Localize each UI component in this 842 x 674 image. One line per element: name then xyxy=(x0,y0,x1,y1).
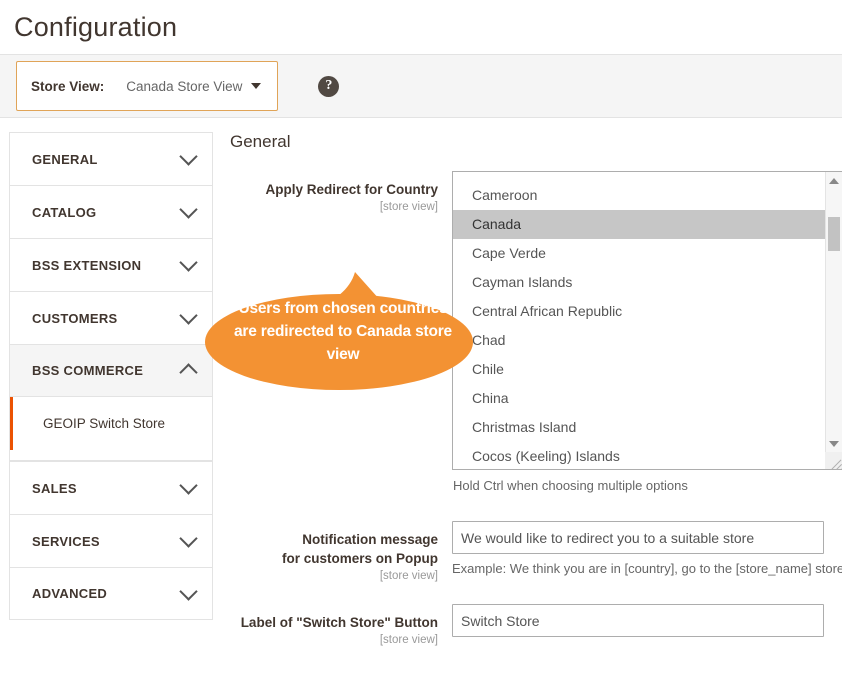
country-option[interactable]: Chile xyxy=(453,355,825,384)
question-mark-icon[interactable]: ? xyxy=(318,75,340,97)
chevron-down-icon xyxy=(179,200,198,219)
field-label-text: Label of "Switch Store" Button xyxy=(240,615,438,630)
field-label-notification-message: Notification message for customers on Po… xyxy=(227,521,452,582)
sidebar-section-label: CATALOG xyxy=(32,204,97,220)
country-option[interactable]: Cape Verde xyxy=(453,239,825,268)
settings-sidebar: GENERAL CATALOG BSS EXTENSION CUSTOMERS … xyxy=(9,132,213,620)
caret-down-icon xyxy=(251,83,262,89)
sidebar-item-geoip-switch-store[interactable]: GEOIP Switch Store xyxy=(10,397,212,450)
chevron-down-icon xyxy=(179,529,198,548)
sidebar-section-customers[interactable]: CUSTOMERS xyxy=(9,291,213,344)
sidebar-section-catalog[interactable]: CATALOG xyxy=(9,185,213,238)
sidebar-section-label: BSS COMMERCE xyxy=(32,363,144,378)
sidebar-subsection-list: GEOIP Switch Store xyxy=(9,397,213,450)
section-heading: General xyxy=(230,132,291,151)
chevron-up-icon xyxy=(179,363,198,382)
chevron-down-icon xyxy=(179,476,198,495)
store-view-bar: Store View: Canada Store View ? xyxy=(0,54,842,118)
field-scope-text: [store view] xyxy=(379,570,438,582)
sidebar-section-label: BSS EXTENSION xyxy=(32,257,142,273)
country-multiselect-note: Hold Ctrl when choosing multiple options xyxy=(453,478,688,493)
chevron-down-icon xyxy=(179,253,198,272)
chevron-down-icon xyxy=(179,306,198,325)
country-option[interactable]: Christmas Island xyxy=(453,413,825,442)
sidebar-section-label: SALES xyxy=(32,480,77,496)
country-option[interactable]: Cayman Islands xyxy=(453,268,825,297)
sidebar-section-label: SERVICES xyxy=(32,533,100,549)
field-label-text-line1: Notification message xyxy=(302,532,438,547)
field-control-switch-store-label xyxy=(452,604,842,637)
page-title: Configuration xyxy=(14,12,178,42)
field-scope-text: [store view] xyxy=(379,201,438,213)
store-view-label: Store View: xyxy=(31,78,105,94)
country-option[interactable]: Cocos (Keeling) Islands xyxy=(453,442,825,469)
sidebar-divider xyxy=(9,450,213,461)
sidebar-section-sales[interactable]: SALES xyxy=(9,461,213,514)
sidebar-section-label: CUSTOMERS xyxy=(32,310,118,326)
sidebar-section-general[interactable]: GENERAL xyxy=(9,132,213,185)
settings-main-panel: General Apply Redirect for Country [stor… xyxy=(213,132,842,646)
country-option-selected[interactable]: Canada xyxy=(453,210,825,239)
field-control-notification-message: Example: We think you are in [country], … xyxy=(452,521,842,576)
sidebar-section-bss-extension[interactable]: BSS EXTENSION xyxy=(9,238,213,291)
field-scope-text: [store view] xyxy=(379,634,438,646)
store-view-value: Canada Store View xyxy=(126,78,243,94)
field-row-notification-message: Notification message for customers on Po… xyxy=(227,521,842,582)
scroll-up-arrow-icon[interactable] xyxy=(826,172,842,189)
field-label-text: Apply Redirect for Country xyxy=(265,182,438,197)
switch-store-label-input[interactable] xyxy=(452,604,824,637)
sidebar-section-label: GENERAL xyxy=(32,151,98,167)
country-option-list: Cameroon Canada Cape Verde Cayman Island… xyxy=(453,172,825,469)
country-list-scrollbar[interactable] xyxy=(825,172,842,469)
field-row-apply-redirect-country: Apply Redirect for Country [store view] … xyxy=(227,171,842,493)
store-view-switcher[interactable]: Store View: Canada Store View xyxy=(16,61,279,111)
country-option[interactable]: China xyxy=(453,384,825,413)
field-row-switch-store-label: Label of "Switch Store" Button [store vi… xyxy=(227,604,842,646)
field-label-switch-store-label: Label of "Switch Store" Button [store vi… xyxy=(227,604,452,646)
scroll-down-arrow-icon[interactable] xyxy=(826,435,842,452)
field-control-apply-redirect-country: Cameroon Canada Cape Verde Cayman Island… xyxy=(452,171,842,493)
resize-grip-icon[interactable] xyxy=(825,452,842,469)
chevron-down-icon xyxy=(179,147,198,166)
country-option[interactable]: Cameroon xyxy=(453,181,825,210)
sidebar-section-label: ADVANCED xyxy=(32,586,108,601)
notification-message-note: Example: We think you are in [country], … xyxy=(452,561,842,576)
country-multiselect[interactable]: Cameroon Canada Cape Verde Cayman Island… xyxy=(452,171,842,470)
sidebar-section-advanced[interactable]: ADVANCED xyxy=(9,567,213,620)
sidebar-item-label: GEOIP Switch Store xyxy=(43,416,166,431)
country-option[interactable]: Central African Republic xyxy=(453,297,825,326)
field-label-text-line2: for customers on Popup xyxy=(281,551,438,566)
chevron-down-icon xyxy=(179,581,198,601)
country-option[interactable]: Chad xyxy=(453,326,825,355)
sidebar-section-services[interactable]: SERVICES xyxy=(9,514,213,567)
sidebar-section-bss-commerce[interactable]: BSS COMMERCE xyxy=(9,344,213,397)
notification-message-input[interactable] xyxy=(452,521,824,554)
scrollbar-thumb[interactable] xyxy=(828,217,840,251)
field-label-apply-redirect-country: Apply Redirect for Country [store view] xyxy=(227,171,452,213)
